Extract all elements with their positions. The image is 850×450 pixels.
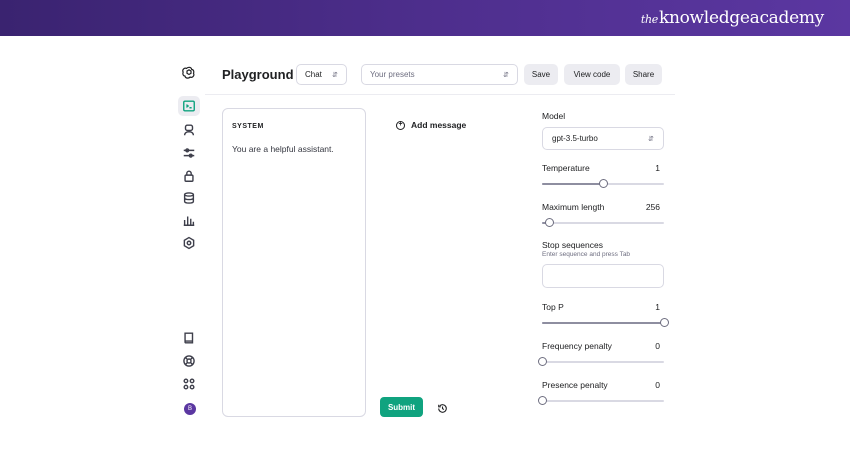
slider-track [542,400,664,402]
settings-icon[interactable] [181,235,197,251]
book-icon[interactable] [181,330,197,346]
apps-icon[interactable] [181,376,197,392]
stop-sequences-input[interactable] [542,264,664,288]
bar-chart-icon[interactable] [181,212,197,228]
system-label: SYSTEM [232,123,264,130]
share-button[interactable]: Share [625,64,662,85]
mode-select-value: Chat [305,70,322,79]
model-select-value: gpt-3.5-turbo [552,134,598,143]
temperature-slider[interactable] [542,179,664,189]
slider-thumb[interactable] [538,357,547,366]
save-button[interactable]: Save [524,64,558,85]
brand-logo: theknowledgeacademy [640,8,824,28]
stop-sequences-label: Stop sequences [542,240,603,250]
max-length-value: 256 [645,202,660,212]
slider-thumb[interactable] [599,179,608,188]
slider-thumb[interactable] [538,396,547,405]
database-icon[interactable] [181,190,197,206]
temperature-value: 1 [655,163,660,173]
slider-fill [542,322,664,324]
help-icon[interactable] [181,353,197,369]
presets-placeholder: Your presets [370,70,415,79]
presets-select[interactable]: Your presets ⇵ [361,64,518,85]
header-divider [205,94,675,95]
mode-select[interactable]: Chat ⇵ [296,64,347,85]
submit-button[interactable]: Submit [380,397,423,417]
add-message-button[interactable]: + Add message [396,120,466,130]
settings-panel: Model gpt-3.5-turbo ⇵ Temperature 1 Maxi… [538,108,669,418]
system-message-input[interactable]: You are a helpful assistant. [232,144,334,154]
model-label: Model [542,111,566,121]
max-length-slider[interactable] [542,218,664,228]
frequency-penalty-label: Frequency penalty [542,341,612,351]
stop-sequences-hint: Enter sequence and press Tab [542,251,631,258]
top-p-value: 1 [655,302,660,312]
terminal-icon[interactable] [178,96,200,116]
assistant-icon[interactable] [181,122,197,138]
slider-track [542,222,664,224]
top-p-label: Top P [542,302,564,312]
chevron-updown-icon: ⇵ [648,135,654,143]
frequency-penalty-slider[interactable] [538,357,664,367]
system-message-panel[interactable]: SYSTEM You are a helpful assistant. [222,108,366,417]
lock-icon[interactable] [181,168,197,184]
add-message-label: Add message [411,120,467,130]
view-code-button[interactable]: View code [564,64,620,85]
sidebar: B [174,60,204,420]
presence-penalty-label: Presence penalty [542,380,608,390]
header: Playground Chat ⇵ Your presets ⇵ Save Vi… [222,60,672,90]
chevron-updown-icon: ⇵ [503,71,509,79]
top-banner: theknowledgeacademy [0,0,850,36]
max-length-label: Maximum length [542,202,605,212]
frequency-penalty-value: 0 [655,341,660,351]
plus-circle-icon: + [396,120,405,130]
tune-icon[interactable] [181,145,197,161]
slider-fill [542,183,603,185]
slider-thumb[interactable] [660,318,669,327]
slider-track [542,361,664,363]
presence-penalty-slider[interactable] [538,396,664,406]
model-select[interactable]: gpt-3.5-turbo ⇵ [542,127,664,150]
presence-penalty-value: 0 [655,380,660,390]
history-icon[interactable] [437,401,448,413]
page-title: Playground [222,67,294,82]
temperature-label: Temperature [542,163,590,173]
top-p-slider[interactable] [542,318,669,328]
chevron-updown-icon: ⇵ [332,71,338,79]
slider-thumb[interactable] [545,218,555,227]
avatar[interactable]: B [184,403,196,415]
